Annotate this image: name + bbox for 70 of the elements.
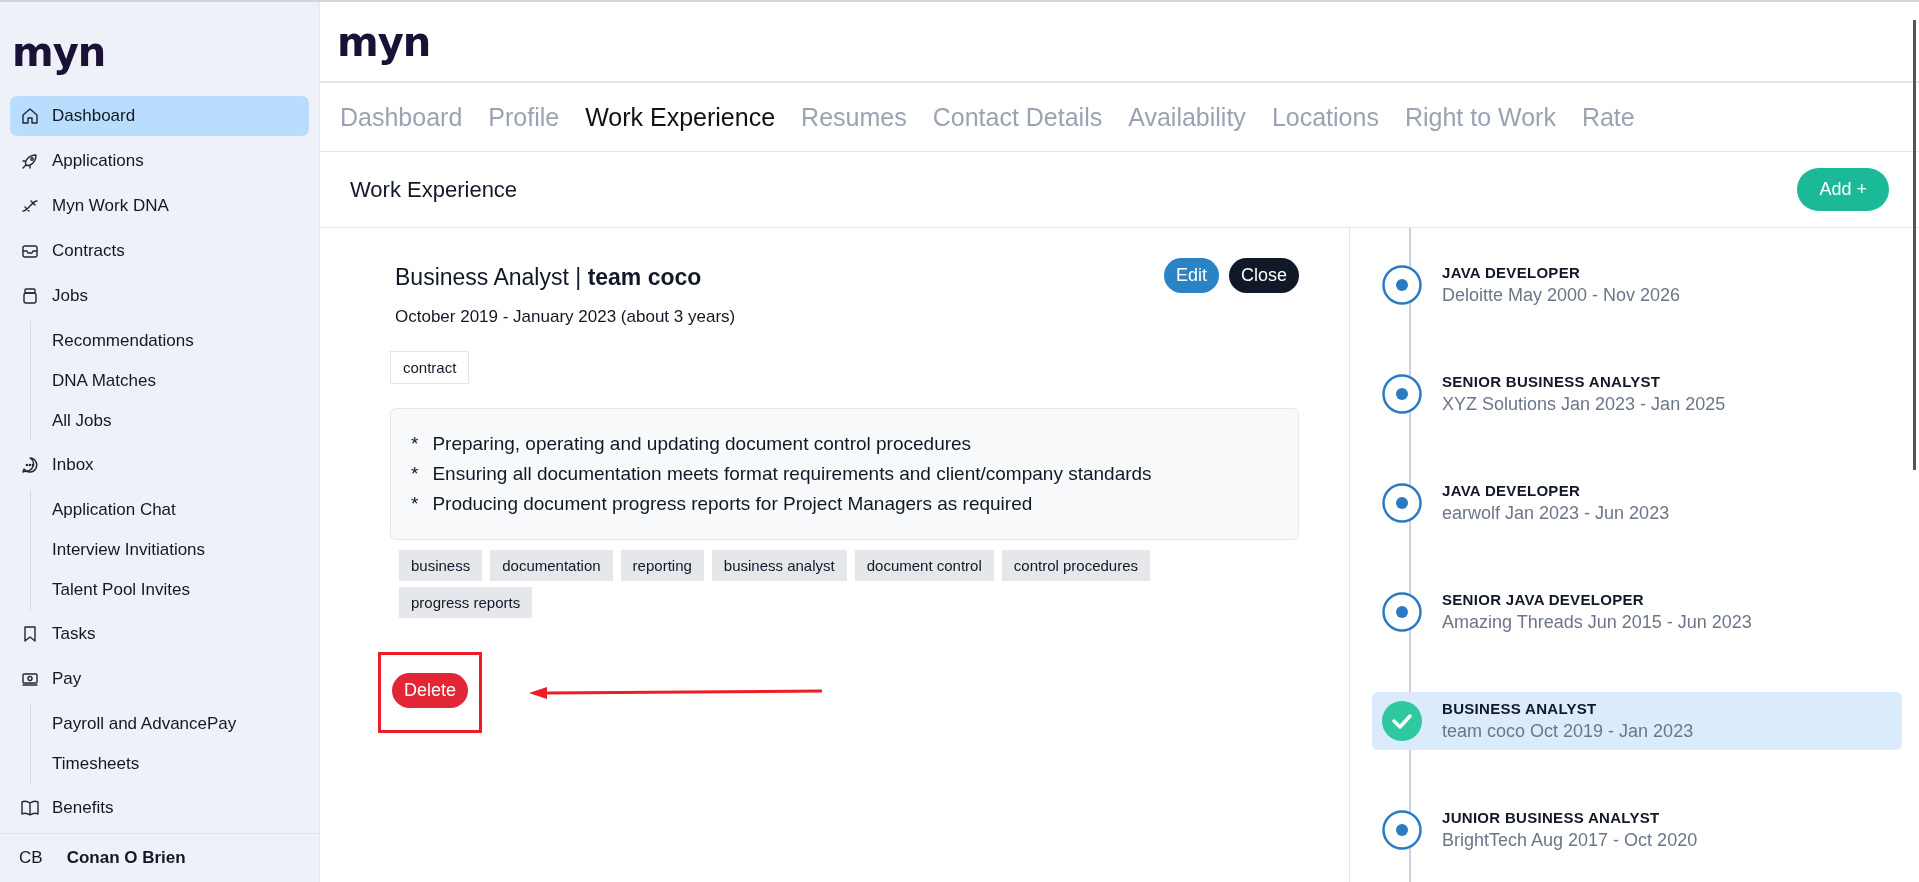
nav-item[interactable]: Myn Work DNA bbox=[10, 186, 309, 226]
scrollbar[interactable] bbox=[1913, 20, 1916, 470]
radio-dot-icon bbox=[1382, 374, 1422, 414]
check-circle-icon bbox=[1382, 701, 1422, 741]
description-line: Preparing, operating and updating document control procedures bbox=[432, 432, 972, 456]
user-name[interactable]: Conan O Brien bbox=[66, 848, 186, 868]
skill-tag: control procedures bbox=[1001, 550, 1151, 581]
skill-tag: document control bbox=[854, 550, 994, 581]
jar-icon bbox=[20, 286, 40, 306]
nav-subitem[interactable]: All Jobs bbox=[52, 401, 309, 441]
tab[interactable]: Work Experience bbox=[585, 102, 776, 132]
job-company-dates: Deloitte May 2000 - Nov 2026 bbox=[1442, 285, 1681, 306]
job-title: JAVA DEVELOPER bbox=[1442, 482, 1582, 499]
experience-title: Business Analyst | team coco bbox=[395, 264, 702, 291]
job-title: JAVA DEVELOPER bbox=[1442, 264, 1582, 281]
timeline-item[interactable]: SENIOR BUSINESS ANALYST XYZ Solutions Jan 2023 - Jan 2025 bbox=[1372, 365, 1902, 423]
nav-item[interactable]: Dashboard bbox=[10, 96, 309, 136]
nav-subitem[interactable]: Talent Pool Invites bbox=[52, 570, 309, 610]
timeline-item[interactable]: BUSINESS ANALYST team coco Oct 2019 - Jan 2023 bbox=[1372, 692, 1902, 750]
timeline-item[interactable]: JAVA DEVELOPER Deloitte May 2000 - Nov 2026 bbox=[1372, 256, 1902, 314]
skill-tag: business analyst bbox=[711, 550, 847, 581]
job-company-dates: Amazing Threads Jun 2015 - Jun 2023 bbox=[1442, 612, 1752, 633]
radio-dot-icon bbox=[1382, 483, 1422, 523]
nav-subitem[interactable]: Timesheets bbox=[52, 744, 309, 784]
rocket-icon bbox=[20, 151, 40, 171]
nav-item[interactable]: Benefits bbox=[10, 788, 309, 828]
nav-subitem[interactable]: Application Chat bbox=[52, 490, 309, 530]
radio-dot-icon bbox=[1382, 592, 1422, 632]
nav-item[interactable]: Jobs bbox=[10, 276, 309, 316]
timeline-item[interactable]: JAVA DEVELOPER earwolf Jan 2023 - Jun 2023 bbox=[1372, 474, 1902, 532]
section-title: Work Experience bbox=[350, 176, 518, 203]
nav-subitem[interactable]: DNA Matches bbox=[52, 361, 309, 401]
delete-button[interactable]: Delete bbox=[392, 673, 469, 708]
bullet-mark: * bbox=[411, 462, 419, 486]
bullet-mark: * bbox=[411, 432, 419, 456]
nav-item[interactable]: Applications bbox=[10, 141, 309, 181]
house-icon bbox=[20, 106, 40, 126]
employment-type-tag: contract bbox=[390, 351, 470, 384]
myn-logo: myn bbox=[11, 28, 107, 77]
job-company-dates: team coco Oct 2019 - Jan 2023 bbox=[1442, 721, 1694, 742]
nav-item[interactable]: Tasks bbox=[10, 614, 309, 654]
job-title: JUNIOR BUSINESS ANALYST bbox=[1442, 809, 1661, 826]
skill-tag: documentation bbox=[490, 550, 613, 581]
timeline-item[interactable]: SENIOR JAVA DEVELOPER Amazing Threads Jun 2015 - Jun 2023 bbox=[1372, 583, 1902, 641]
skill-tag: reporting bbox=[620, 550, 704, 581]
job-company-dates: BrightTech Aug 2017 - Oct 2020 bbox=[1442, 830, 1698, 851]
job-company-dates: earwolf Jan 2023 - Jun 2023 bbox=[1442, 503, 1670, 524]
timeline-item[interactable]: JUNIOR BUSINESS ANALYST BrightTech Aug 2017 - Oct 2020 bbox=[1372, 801, 1902, 859]
nav-subitem[interactable]: Payroll and AdvancePay bbox=[52, 704, 309, 744]
book-icon bbox=[20, 798, 40, 818]
nav-subitem[interactable]: Interview Invitiations bbox=[52, 530, 309, 570]
skill-tag: business bbox=[399, 550, 483, 581]
radio-dot-icon bbox=[1382, 265, 1422, 305]
close-button[interactable]: Close bbox=[1228, 258, 1299, 293]
edit-button[interactable]: Edit bbox=[1163, 258, 1219, 293]
nav-subitem[interactable]: Recommendations bbox=[52, 321, 309, 361]
description-line: Ensuring all documentation meets format requirements and client/company standards bbox=[432, 462, 1152, 486]
nav-item[interactable]: Pay bbox=[10, 659, 309, 699]
radio-dot-icon bbox=[1382, 810, 1422, 850]
job-title: BUSINESS ANALYST bbox=[1442, 700, 1598, 717]
job-title: SENIOR JAVA DEVELOPER bbox=[1442, 591, 1645, 608]
nav-item[interactable]: Inbox bbox=[10, 445, 309, 485]
date-range: October 2019 - January 2023 (about 3 years) bbox=[394, 307, 737, 327]
skill-tag: progress reports bbox=[399, 587, 533, 618]
description-line: Producing document progress reports for Project Managers as required bbox=[432, 492, 1033, 516]
job-title: SENIOR BUSINESS ANALYST bbox=[1442, 373, 1662, 390]
user-initials: CB bbox=[19, 848, 43, 868]
job-company-dates: XYZ Solutions Jan 2023 - Jan 2025 bbox=[1442, 394, 1726, 415]
bullet-mark: * bbox=[411, 492, 419, 516]
nav-item[interactable]: Contracts bbox=[10, 231, 309, 271]
